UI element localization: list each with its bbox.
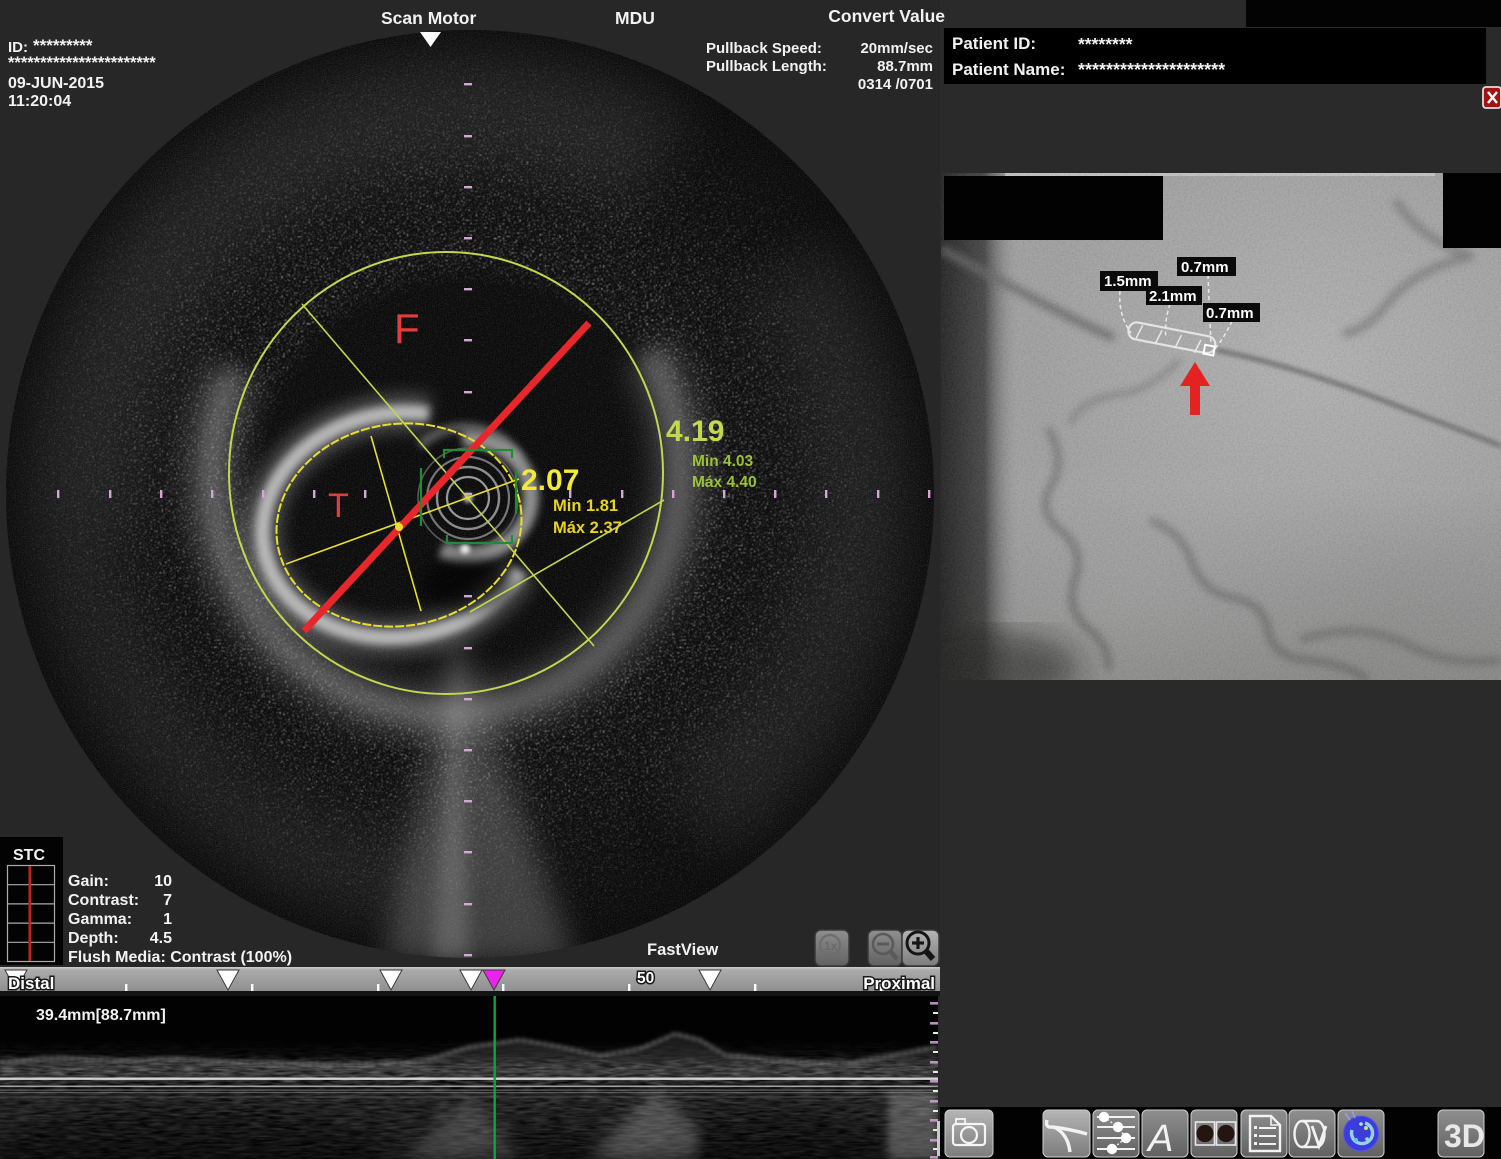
svg-text:4.5: 4.5 xyxy=(150,930,172,947)
svg-text:4.19: 4.19 xyxy=(666,415,724,448)
svg-text:Min 4.03: Min 4.03 xyxy=(692,453,754,470)
svg-text:*********************: ********************* xyxy=(1078,60,1225,80)
svg-text:3D: 3D xyxy=(1444,1118,1485,1154)
svg-text:F: F xyxy=(394,305,420,352)
svg-text:20mm/sec: 20mm/sec xyxy=(860,40,933,57)
svg-text:********: ******** xyxy=(1078,34,1133,54)
svg-text:11:20:04: 11:20:04 xyxy=(8,93,71,110)
svg-text:1.5mm: 1.5mm xyxy=(1104,273,1152,290)
svg-text:Depth:: Depth: xyxy=(68,930,119,947)
svg-text:Distal: Distal xyxy=(8,974,54,993)
svg-text:1: 1 xyxy=(163,911,172,928)
svg-text:MDU: MDU xyxy=(615,8,655,28)
svg-text:50: 50 xyxy=(637,970,654,987)
svg-text:10: 10 xyxy=(154,873,172,890)
svg-text:Patient ID:: Patient ID: xyxy=(952,34,1036,53)
svg-text:Contrast:: Contrast: xyxy=(68,892,139,909)
svg-text:88.7mm: 88.7mm xyxy=(877,58,933,75)
svg-text:Convert Value: Convert Value xyxy=(828,6,945,26)
svg-text:Máx 2.37: Máx 2.37 xyxy=(553,519,622,537)
svg-text:Flush Media: Contrast (100%): Flush Media: Contrast (100%) xyxy=(68,949,292,966)
svg-text:1x: 1x xyxy=(824,939,838,953)
svg-text:***********************: *********************** xyxy=(8,54,156,72)
svg-text:A: A xyxy=(1146,1118,1173,1159)
svg-text:09-JUN-2015: 09-JUN-2015 xyxy=(8,75,104,92)
svg-text:7: 7 xyxy=(163,892,172,909)
svg-text:T: T xyxy=(328,487,349,525)
svg-text:Máx 4.40: Máx 4.40 xyxy=(692,474,757,491)
svg-text:STC: STC xyxy=(13,847,45,864)
svg-text:Gamma:: Gamma: xyxy=(68,911,132,928)
svg-text:0.7mm: 0.7mm xyxy=(1206,305,1254,322)
svg-text:*********: ********* xyxy=(33,36,93,55)
svg-text:Pullback Length:: Pullback Length: xyxy=(706,58,827,75)
svg-text:2.1mm: 2.1mm xyxy=(1149,288,1197,305)
svg-text:Patient Name:: Patient Name: xyxy=(952,60,1065,79)
svg-text:FastView: FastView xyxy=(647,941,718,959)
svg-text:Min 1.81: Min 1.81 xyxy=(553,497,618,515)
svg-text:39.4mm[88.7mm]: 39.4mm[88.7mm] xyxy=(36,1007,166,1024)
svg-text:Pullback Speed:: Pullback Speed: xyxy=(706,40,822,57)
svg-text:0.7mm: 0.7mm xyxy=(1181,259,1229,276)
svg-text:Proximal: Proximal xyxy=(863,974,935,993)
svg-text:Gain:: Gain: xyxy=(68,873,109,890)
svg-text:0314 /0701: 0314 /0701 xyxy=(858,76,933,93)
svg-text:Scan Motor: Scan Motor xyxy=(381,8,476,28)
svg-text:2.07: 2.07 xyxy=(521,464,579,497)
